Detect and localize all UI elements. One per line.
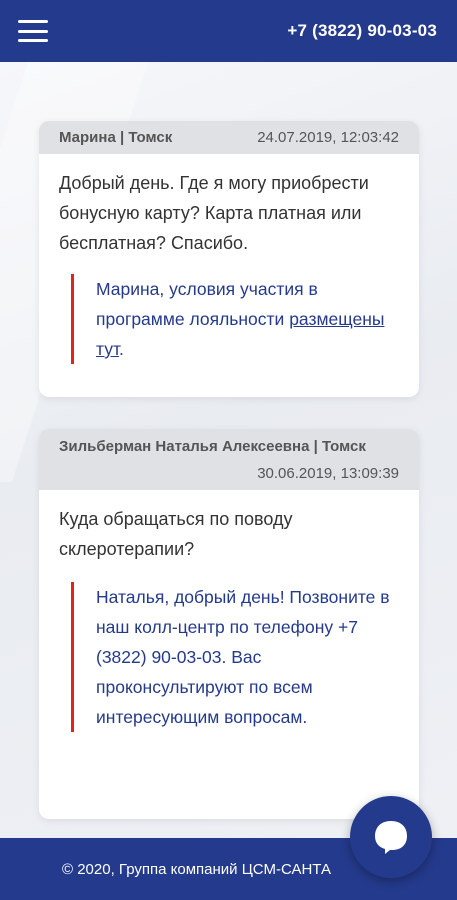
review-author: Зильберман Наталья Алексеевна | Томск [59, 438, 366, 455]
review-date: 24.07.2019, 12:03:42 [257, 129, 399, 146]
review-author: Марина | Томск [59, 129, 173, 146]
review-answer-text: Марина, условия участия в программе лоял… [96, 279, 318, 329]
header-phone-link[interactable]: +7 (3822) 90-03-03 [287, 21, 437, 41]
app-header: +7 (3822) 90-03-03 [0, 0, 457, 62]
chat-button[interactable] [350, 796, 432, 878]
footer-copyright: © 2020, Группа компаний ЦСМ-САНТА [62, 860, 331, 878]
review-question: Куда обращаться по поводу склеротерапии? [59, 509, 293, 559]
review-card: Марина | Томск 24.07.2019, 12:03:42 Добр… [39, 121, 419, 397]
review-question: Добрый день. Где я могу приобрести бонус… [59, 173, 369, 253]
review-answer: Марина, условия участия в программе лоял… [71, 274, 399, 364]
review-answer-tail: . [119, 339, 124, 359]
chat-bubble-icon [375, 821, 407, 854]
review-answer-text: Наталья, добрый день! Позвоните в наш ко… [96, 587, 390, 727]
hamburger-icon[interactable] [18, 20, 48, 42]
review-card-header: Зильберман Наталья Алексеевна | Томск 30… [39, 429, 419, 490]
review-answer: Наталья, добрый день! Позвоните в наш ко… [71, 582, 399, 732]
review-card-header: Марина | Томск 24.07.2019, 12:03:42 [39, 121, 419, 154]
review-date: 30.06.2019, 13:09:39 [257, 465, 399, 482]
review-card: Зильберман Наталья Алексеевна | Томск 30… [39, 429, 419, 819]
